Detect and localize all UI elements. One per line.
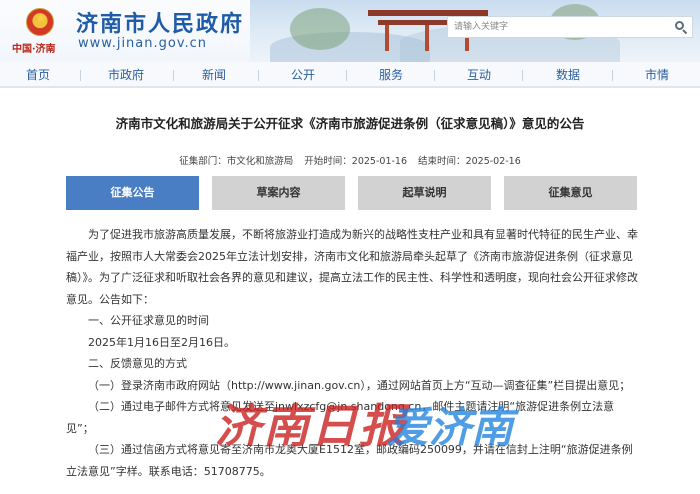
- search-box: [447, 16, 693, 38]
- city-slogan: 中国·济南: [12, 44, 56, 55]
- national-emblem-icon: ★: [26, 8, 54, 36]
- nav-item-data[interactable]: 数据: [556, 67, 580, 83]
- section-heading-method: 二、反馈意见的方式: [88, 357, 187, 370]
- meta-end: 结束时间：2025-02-16: [418, 156, 521, 167]
- nav-item-city-info[interactable]: 市情: [645, 67, 669, 83]
- site-header: ★ 中国·济南 济南市人民政府 www.jinan.gov.cn: [0, 0, 700, 62]
- nav-item-news[interactable]: 新闻: [202, 67, 226, 83]
- method-email: （二）通过电子邮件方式将意见发送至jnwlxzcfg@jn.shandong.c…: [66, 400, 615, 435]
- method-website: （一）登录济南市政府网站（http://www.jinan.gov.cn），通过…: [88, 378, 631, 392]
- section-detail-time: 2025年1月16日至2月16日。: [88, 335, 235, 349]
- article-meta: 征集部门：市文化和旅游局 开始时间：2025-01-16 结束时间：2025-0…: [0, 153, 700, 167]
- nav-item-interaction[interactable]: 互动: [467, 67, 491, 83]
- nav-item-government[interactable]: 市政府: [108, 67, 144, 83]
- main-nav: 首页 市政府 新闻 公开 服务 互动 数据 市情: [0, 62, 700, 88]
- meta-dept: 征集部门：市文化和旅游局: [179, 156, 294, 167]
- tab-draft-content[interactable]: 草案内容: [212, 176, 345, 210]
- intro-paragraph: 为了促进我市旅游高质量发展，不断将旅游业打造成为新兴的战略性支柱产业和具有显著时…: [66, 228, 638, 306]
- nav-item-disclosure[interactable]: 公开: [291, 67, 315, 83]
- site-title[interactable]: 济南市人民政府: [76, 6, 244, 38]
- article-body: 为了促进我市旅游高质量发展，不断将旅游业打造成为新兴的战略性支柱产业和具有显著时…: [66, 224, 638, 482]
- search-input[interactable]: [448, 17, 668, 37]
- article-title: 济南市文化和旅游局关于公开征求《济南市旅游促进条例（征求意见稿）》意见的公告: [115, 116, 585, 131]
- meta-start: 开始时间：2025-01-16: [304, 156, 408, 167]
- search-icon[interactable]: [674, 20, 688, 35]
- tab-drafting-notes[interactable]: 起草说明: [358, 176, 491, 210]
- tab-announcement[interactable]: 征集公告: [66, 176, 199, 210]
- section-heading-time: 一、公开征求意见的时间: [88, 314, 209, 327]
- nav-item-home[interactable]: 首页: [26, 67, 50, 83]
- method-letter: （三）通过信函方式将意见寄至济南市龙奥大厦E1512室，邮政编码250099，并…: [66, 443, 633, 478]
- tab-submit-opinions[interactable]: 征集意见: [504, 176, 637, 210]
- nav-item-services[interactable]: 服务: [379, 67, 403, 83]
- site-url[interactable]: www.jinan.gov.cn: [78, 36, 207, 51]
